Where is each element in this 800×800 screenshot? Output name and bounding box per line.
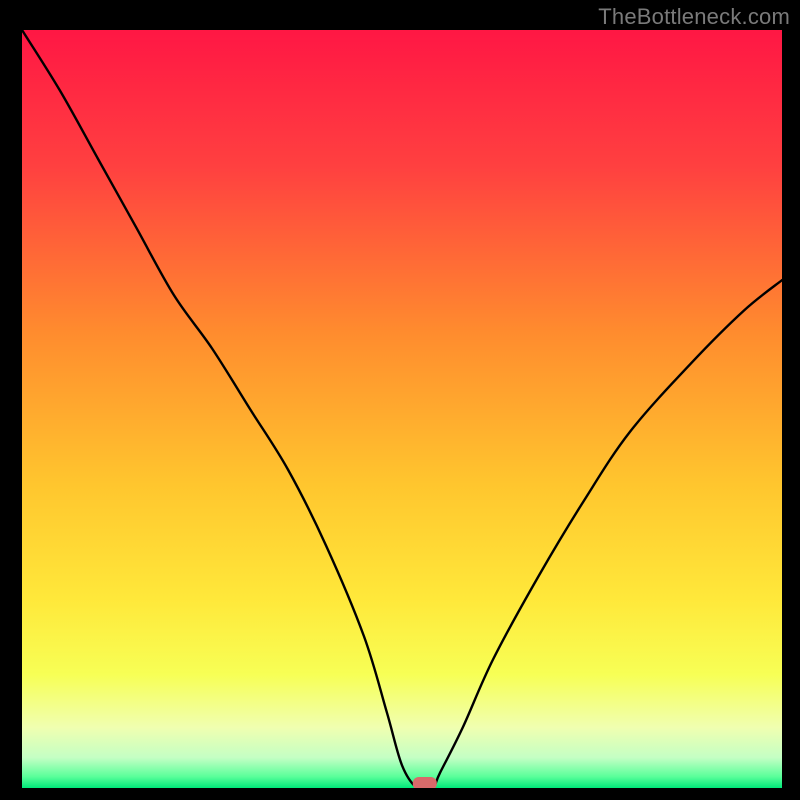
plot-area (22, 30, 782, 788)
watermark-text: TheBottleneck.com (598, 4, 790, 30)
gradient-background (22, 30, 782, 788)
chart-frame: TheBottleneck.com (0, 0, 800, 800)
bottleneck-chart-svg (22, 30, 782, 788)
optimal-point-marker (413, 777, 437, 788)
